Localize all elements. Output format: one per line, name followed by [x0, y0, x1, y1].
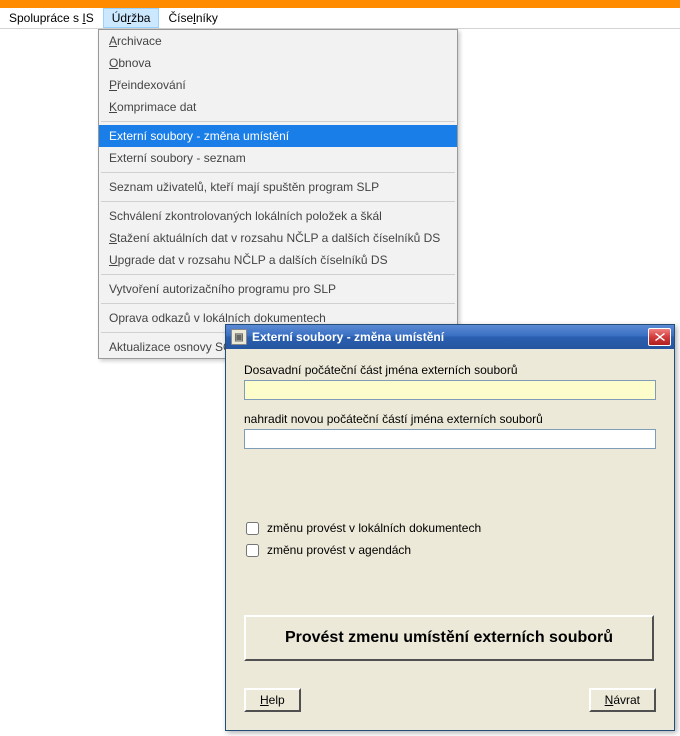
- provest-button[interactable]: Provést zmenu umístění externích souborů: [244, 615, 654, 661]
- close-icon: [655, 333, 665, 341]
- input-nahradit[interactable]: [244, 429, 656, 449]
- separator: [101, 172, 455, 173]
- input-dosavadni[interactable]: [244, 380, 656, 400]
- top-accent-bar: [0, 0, 680, 8]
- dialog-externi-soubory: ▣ Externí soubory - změna umístění Dosav…: [225, 324, 675, 731]
- menubar: Spolupráce s IS Údržba Číselníky: [0, 8, 680, 29]
- dropdown-udrzba: Archivace Obnova Přeindexování Komprimac…: [98, 29, 458, 359]
- dd-komprimace[interactable]: Komprimace dat: [99, 96, 457, 118]
- dd-stazeni[interactable]: Stažení aktuálních dat v rozsahu NČLP a …: [99, 227, 457, 249]
- app-icon: ▣: [231, 329, 247, 345]
- label-nahradit: nahradit novou počáteční částí jména ext…: [244, 412, 656, 426]
- separator: [101, 303, 455, 304]
- dd-preindexovani[interactable]: Přeindexování: [99, 74, 457, 96]
- checkbox-agendy[interactable]: [246, 544, 259, 557]
- checkbox-label-agendy: změnu provést v agendách: [267, 543, 411, 557]
- checkbox-lokalni[interactable]: [246, 522, 259, 535]
- navrat-button[interactable]: Návrat: [589, 688, 656, 712]
- separator: [101, 274, 455, 275]
- dialog-body: Dosavadní počáteční část jména externích…: [226, 349, 674, 730]
- checkbox-row-agendy: změnu provést v agendách: [246, 543, 656, 557]
- menu-ciselniky[interactable]: Číselníky: [159, 8, 226, 28]
- dd-upgrade[interactable]: Upgrade dat v rozsahu NČLP a dalších čís…: [99, 249, 457, 271]
- menu-spoluprace[interactable]: Spolupráce s IS: [0, 8, 103, 28]
- dd-externi-zmena[interactable]: Externí soubory - změna umístění: [99, 125, 457, 147]
- dd-autorizacni[interactable]: Vytvoření autorizačního programu pro SLP: [99, 278, 457, 300]
- separator: [101, 121, 455, 122]
- dd-seznam-uzivatelu[interactable]: Seznam uživatelů, kteří mají spuštěn pro…: [99, 176, 457, 198]
- checkbox-row-lokalni: změnu provést v lokálních dokumentech: [246, 521, 656, 535]
- menu-udrzba[interactable]: Údržba: [103, 8, 160, 28]
- separator: [101, 201, 455, 202]
- titlebar: ▣ Externí soubory - změna umístění: [226, 325, 674, 349]
- bottom-button-row: Help Návrat: [244, 688, 656, 712]
- checkbox-label-lokalni: změnu provést v lokálních dokumentech: [267, 521, 481, 535]
- help-button[interactable]: Help: [244, 688, 301, 712]
- dd-schvaleni[interactable]: Schválení zkontrolovaných lokálních polo…: [99, 205, 457, 227]
- label-dosavadni: Dosavadní počáteční část jména externích…: [244, 363, 656, 377]
- dd-obnova[interactable]: Obnova: [99, 52, 457, 74]
- dialog-title: Externí soubory - změna umístění: [252, 330, 648, 344]
- close-button[interactable]: [648, 328, 671, 346]
- dd-externi-seznam[interactable]: Externí soubory - seznam: [99, 147, 457, 169]
- dd-archivace[interactable]: Archivace: [99, 30, 457, 52]
